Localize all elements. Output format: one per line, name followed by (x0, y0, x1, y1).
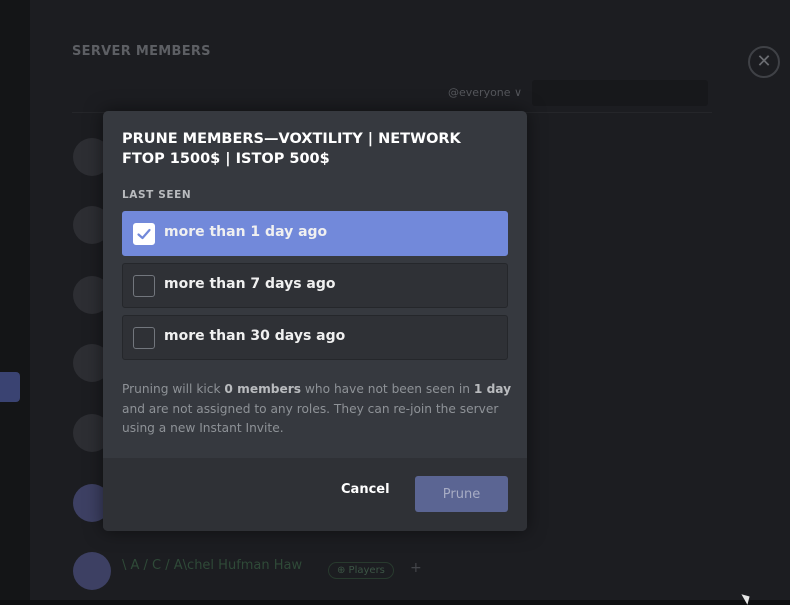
option-1-day[interactable]: more than 1 day ago (122, 211, 508, 256)
prune-members-modal: PRUNE MEMBERS—VOXTILITY | NETWORK FTOP 1… (103, 111, 527, 531)
last-seen-label: LAST SEEN (122, 189, 192, 201)
checkbox-icon[interactable] (133, 275, 155, 297)
add-role-icon[interactable]: + (410, 560, 422, 576)
prune-button[interactable]: Prune (415, 476, 508, 512)
member-name: \ A / C / A\chel Hufman Haw (122, 558, 303, 573)
role-badge: ⊕ Players (328, 562, 394, 579)
server-sidebar (0, 0, 30, 600)
search-input[interactable] (532, 80, 708, 106)
role-filter-dropdown[interactable]: @everyone ∨ (448, 86, 522, 99)
prune-description: Pruning will kick 0 members who have not… (122, 382, 512, 435)
modal-footer: Cancel Prune (103, 458, 527, 531)
checkbox-icon[interactable] (133, 327, 155, 349)
modal-title: PRUNE MEMBERS—VOXTILITY | NETWORK FTOP 1… (122, 131, 461, 167)
close-icon[interactable]: ✕ (748, 46, 780, 78)
option-label: more than 1 day ago (164, 224, 328, 240)
page-title: SERVER MEMBERS (72, 44, 211, 59)
option-label: more than 7 days ago (164, 276, 336, 292)
option-7-days[interactable]: more than 7 days ago (122, 263, 508, 308)
avatar (73, 552, 111, 590)
checkbox-checked-icon[interactable] (133, 223, 155, 245)
option-30-days[interactable]: more than 30 days ago (122, 315, 508, 360)
option-label: more than 30 days ago (164, 328, 346, 344)
sidebar-selected-item (0, 372, 20, 402)
member-count: 0 members (224, 382, 302, 396)
cancel-button[interactable]: Cancel (341, 482, 390, 497)
period-value: 1 day (473, 382, 512, 396)
